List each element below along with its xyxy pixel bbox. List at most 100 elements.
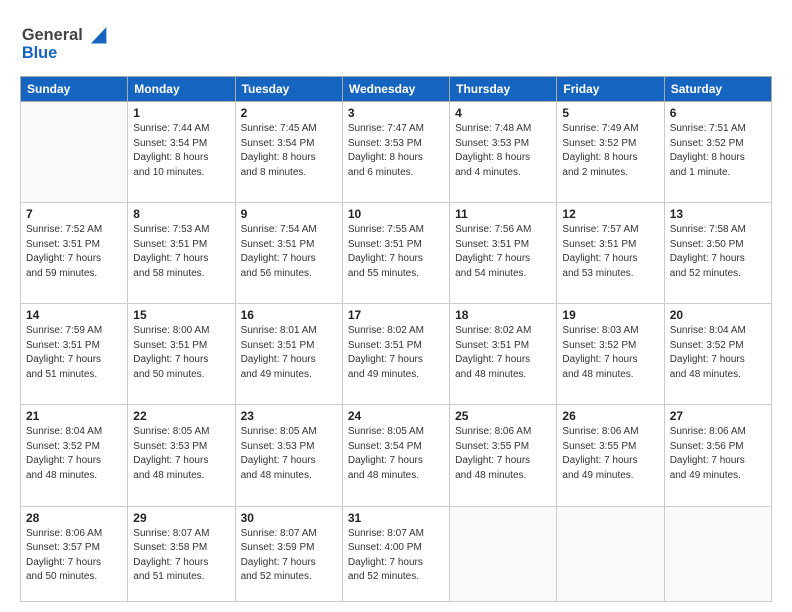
calendar-cell: 21Sunrise: 8:04 AMSunset: 3:52 PMDayligh…	[21, 405, 128, 506]
day-number: 11	[455, 207, 551, 221]
calendar-cell	[664, 506, 771, 601]
calendar-cell: 24 Sunrise: 8:05 AMSunset: 3:54 PMDayligh…	[342, 405, 449, 506]
day-detail: Sunrise: 7:47 AMSunset: 3:53 PMDaylight:…	[348, 122, 444, 180]
day-detail: Sunrise: 8:02 AMSunset: 3:51 PMDaylight:…	[348, 324, 444, 382]
day-number: 18	[455, 308, 551, 322]
day-detail: Sunrise: 7:44 AMSunset: 3:54 PMDaylight:…	[133, 122, 229, 180]
day-number: 15	[133, 308, 229, 322]
day-number: 4	[455, 106, 551, 120]
day-number: 31	[348, 511, 444, 525]
week-row-0: 1 Sunrise: 7:44 AMSunset: 3:54 PMDaylight…	[21, 102, 772, 203]
calendar-cell: 25Sunrise: 8:06 AMSunset: 3:55 PMDayligh…	[450, 405, 557, 506]
day-detail: Sunrise: 8:01 AMSunset: 3:51 PMDaylight:…	[241, 324, 337, 382]
day-detail: Sunrise: 8:04 AMSunset: 3:52 PMDaylight:…	[26, 425, 122, 483]
day-number: 10	[348, 207, 444, 221]
calendar-cell: 17 Sunrise: 8:02 AMSunset: 3:51 PMDayligh…	[342, 304, 449, 405]
day-detail: Sunrise: 7:57 AMSunset: 3:51 PMDaylight:…	[562, 223, 658, 281]
week-row-2: 14 Sunrise: 7:59 AMSunset: 3:51 PMDayligh…	[21, 304, 772, 405]
calendar-cell: 2 Sunrise: 7:45 AMSunset: 3:54 PMDaylight…	[235, 102, 342, 203]
day-detail: Sunrise: 7:45 AMSunset: 3:54 PMDaylight:…	[241, 122, 337, 180]
day-number: 30	[241, 511, 337, 525]
day-detail: Sunrise: 7:53 AMSunset: 3:51 PMDaylight:…	[133, 223, 229, 281]
day-detail: Sunrise: 8:00 AMSunset: 3:51 PMDaylight:…	[133, 324, 229, 382]
day-number: 29	[133, 511, 229, 525]
weekday-thursday: Thursday	[450, 77, 557, 102]
day-detail: Sunrise: 7:48 AMSunset: 3:53 PMDaylight:…	[455, 122, 551, 180]
calendar-cell: 31Sunrise: 8:07 AMSunset: 4:00 PMDayligh…	[342, 506, 449, 601]
calendar-cell: 27Sunrise: 8:06 AMSunset: 3:56 PMDayligh…	[664, 405, 771, 506]
calendar-cell: 4 Sunrise: 7:48 AMSunset: 3:53 PMDaylight…	[450, 102, 557, 203]
calendar-table: SundayMondayTuesdayWednesdayThursdayFrid…	[20, 76, 772, 602]
calendar-cell	[450, 506, 557, 601]
calendar-cell: 3 Sunrise: 7:47 AMSunset: 3:53 PMDaylight…	[342, 102, 449, 203]
weekday-saturday: Saturday	[664, 77, 771, 102]
day-detail: Sunrise: 8:05 AMSunset: 3:53 PMDaylight:…	[133, 425, 229, 483]
day-number: 6	[670, 106, 766, 120]
day-detail: Sunrise: 7:58 AMSunset: 3:50 PMDaylight:…	[670, 223, 766, 281]
day-number: 13	[670, 207, 766, 221]
day-number: 8	[133, 207, 229, 221]
week-row-3: 21Sunrise: 8:04 AMSunset: 3:52 PMDayligh…	[21, 405, 772, 506]
weekday-wednesday: Wednesday	[342, 77, 449, 102]
day-detail: Sunrise: 8:06 AMSunset: 3:55 PMDaylight:…	[562, 425, 658, 483]
day-detail: Sunrise: 8:04 AMSunset: 3:52 PMDaylight:…	[670, 324, 766, 382]
calendar-cell: 30Sunrise: 8:07 AMSunset: 3:59 PMDayligh…	[235, 506, 342, 601]
calendar-cell: 13 Sunrise: 7:58 AMSunset: 3:50 PMDayligh…	[664, 203, 771, 304]
day-detail: Sunrise: 7:51 AMSunset: 3:52 PMDaylight:…	[670, 122, 766, 180]
day-detail: Sunrise: 7:49 AMSunset: 3:52 PMDaylight:…	[562, 122, 658, 180]
weekday-friday: Friday	[557, 77, 664, 102]
calendar-cell: 9Sunrise: 7:54 AMSunset: 3:51 PMDaylight…	[235, 203, 342, 304]
day-detail: Sunrise: 7:55 AMSunset: 3:51 PMDaylight:…	[348, 223, 444, 281]
day-number: 12	[562, 207, 658, 221]
day-detail: Sunrise: 7:59 AMSunset: 3:51 PMDaylight:…	[26, 324, 122, 382]
day-number: 26	[562, 409, 658, 423]
calendar-cell: 18 Sunrise: 8:02 AMSunset: 3:51 PMDayligh…	[450, 304, 557, 405]
day-number: 16	[241, 308, 337, 322]
calendar-cell: 12 Sunrise: 7:57 AMSunset: 3:51 PMDayligh…	[557, 203, 664, 304]
svg-text:General: General	[22, 26, 83, 44]
weekday-sunday: Sunday	[21, 77, 128, 102]
day-number: 1	[133, 106, 229, 120]
calendar-body: 1 Sunrise: 7:44 AMSunset: 3:54 PMDaylight…	[21, 102, 772, 602]
day-number: 20	[670, 308, 766, 322]
calendar-cell: 5 Sunrise: 7:49 AMSunset: 3:52 PMDaylight…	[557, 102, 664, 203]
day-number: 3	[348, 106, 444, 120]
week-row-1: 7 Sunrise: 7:52 AMSunset: 3:51 PMDaylight…	[21, 203, 772, 304]
calendar-cell: 11Sunrise: 7:56 AMSunset: 3:51 PMDayligh…	[450, 203, 557, 304]
weekday-header-row: SundayMondayTuesdayWednesdayThursdayFrid…	[21, 77, 772, 102]
day-detail: Sunrise: 7:52 AMSunset: 3:51 PMDaylight:…	[26, 223, 122, 281]
calendar-cell: 20 Sunrise: 8:04 AMSunset: 3:52 PMDayligh…	[664, 304, 771, 405]
logo: General Blue	[20, 18, 120, 68]
calendar-cell: 10 Sunrise: 7:55 AMSunset: 3:51 PMDayligh…	[342, 203, 449, 304]
day-number: 5	[562, 106, 658, 120]
day-detail: Sunrise: 8:05 AMSunset: 3:54 PMDaylight:…	[348, 425, 444, 483]
day-detail: Sunrise: 8:06 AMSunset: 3:57 PMDaylight:…	[26, 527, 122, 585]
day-number: 25	[455, 409, 551, 423]
logo-svg: General Blue	[20, 18, 120, 68]
day-number: 9	[241, 207, 337, 221]
calendar-cell	[557, 506, 664, 601]
calendar-cell: 16 Sunrise: 8:01 AMSunset: 3:51 PMDayligh…	[235, 304, 342, 405]
calendar-cell: 14 Sunrise: 7:59 AMSunset: 3:51 PMDayligh…	[21, 304, 128, 405]
calendar-cell: 6 Sunrise: 7:51 AMSunset: 3:52 PMDaylight…	[664, 102, 771, 203]
day-number: 24	[348, 409, 444, 423]
calendar-cell: 26 Sunrise: 8:06 AMSunset: 3:55 PMDayligh…	[557, 405, 664, 506]
calendar-cell: 19Sunrise: 8:03 AMSunset: 3:52 PMDayligh…	[557, 304, 664, 405]
page: General Blue SundayMondayTuesdayWednesda…	[0, 0, 792, 612]
day-number: 17	[348, 308, 444, 322]
day-number: 23	[241, 409, 337, 423]
day-number: 22	[133, 409, 229, 423]
day-detail: Sunrise: 8:03 AMSunset: 3:52 PMDaylight:…	[562, 324, 658, 382]
day-number: 14	[26, 308, 122, 322]
calendar-cell	[21, 102, 128, 203]
week-row-4: 28 Sunrise: 8:06 AMSunset: 3:57 PMDayligh…	[21, 506, 772, 601]
day-detail: Sunrise: 8:02 AMSunset: 3:51 PMDaylight:…	[455, 324, 551, 382]
weekday-monday: Monday	[128, 77, 235, 102]
svg-text:Blue: Blue	[22, 44, 57, 62]
calendar-cell: 29Sunrise: 8:07 AMSunset: 3:58 PMDayligh…	[128, 506, 235, 601]
header: General Blue	[20, 18, 772, 68]
day-number: 7	[26, 207, 122, 221]
day-number: 2	[241, 106, 337, 120]
day-number: 28	[26, 511, 122, 525]
weekday-tuesday: Tuesday	[235, 77, 342, 102]
